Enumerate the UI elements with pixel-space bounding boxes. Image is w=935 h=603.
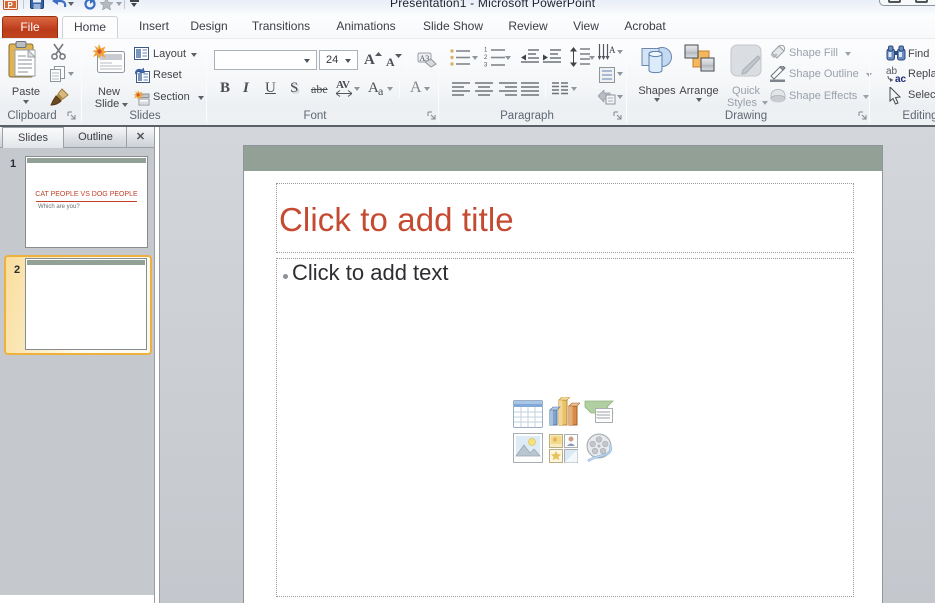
svg-text:3: 3	[484, 63, 488, 69]
svg-text:2: 2	[484, 55, 488, 61]
svg-text:1: 1	[484, 48, 488, 54]
svg-text:P: P	[8, 1, 14, 10]
svg-text:ac: ac	[895, 74, 907, 83]
svg-text:A: A	[609, 45, 616, 55]
